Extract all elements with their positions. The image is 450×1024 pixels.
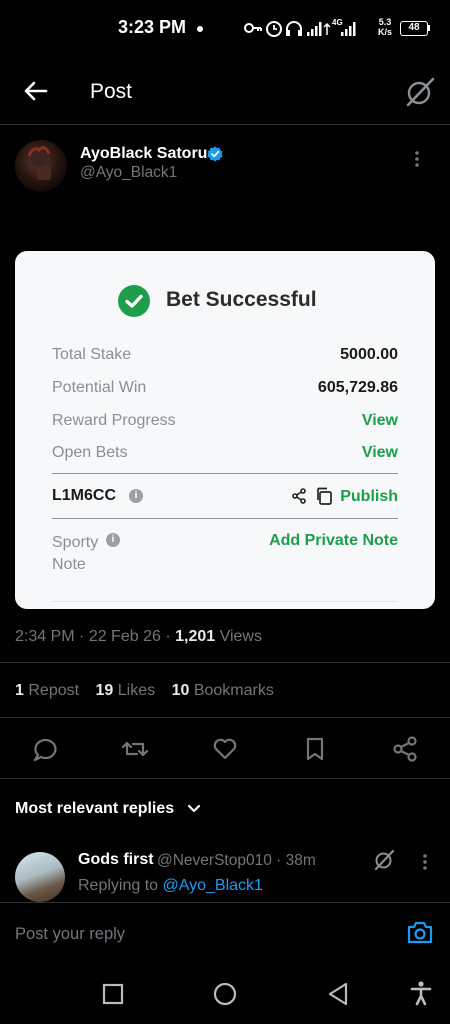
bookmark-icon xyxy=(306,737,324,761)
author-handle[interactable]: @Ayo_Black1 xyxy=(80,164,177,182)
booking-code: L1M6CC xyxy=(52,487,117,504)
verified-badge-icon xyxy=(207,146,223,162)
heart-icon xyxy=(213,738,237,760)
views-count: 1,201 xyxy=(175,628,216,645)
author-name[interactable]: AyoBlack Satoru xyxy=(80,145,207,163)
share-icon xyxy=(393,736,417,762)
status-icons: 4G xyxy=(243,16,373,40)
bookmarks-stat[interactable]: 10 Bookmarks xyxy=(172,682,274,700)
sporty-note-label: Sporty Note xyxy=(52,534,99,573)
replying-to-handle[interactable]: @Ayo_Black1 xyxy=(163,877,263,894)
reply-input[interactable]: Post your reply xyxy=(15,925,125,944)
info-icon: i xyxy=(106,533,120,547)
open-bets-label: Open Bets xyxy=(52,444,128,461)
meta-divider xyxy=(0,662,450,663)
page-title: Post xyxy=(90,80,133,103)
like-button[interactable] xyxy=(210,734,240,764)
replying-to: Replying to @Ayo_Black1 xyxy=(78,877,263,894)
network-speed: 5.3 K/s xyxy=(378,17,393,37)
status-time: 3:23 PM xyxy=(118,17,187,37)
total-stake-value: 5000.00 xyxy=(340,346,398,363)
reply-button[interactable] xyxy=(30,734,60,764)
bookmark-button[interactable] xyxy=(300,734,330,764)
card-divider xyxy=(52,473,398,474)
camera-icon xyxy=(407,921,433,944)
reply-avatar[interactable] xyxy=(15,852,65,902)
replies-sort-dropdown[interactable]: Most relevant replies xyxy=(15,800,201,818)
total-stake-label: Total Stake xyxy=(52,346,132,363)
reply-author-name[interactable]: Gods first xyxy=(78,851,154,869)
reply-more-button[interactable] xyxy=(422,853,428,871)
post-stats: 1 Repost 19 Likes 10 Bookmarks xyxy=(15,682,286,700)
reward-progress-label: Reward Progress xyxy=(52,412,176,429)
reposts-stat[interactable]: 1 Repost xyxy=(15,682,79,700)
square-icon xyxy=(102,983,124,1005)
card-divider xyxy=(52,601,398,602)
copy-icon xyxy=(315,487,333,505)
open-bets-view-link: View xyxy=(361,444,398,461)
reply-icon xyxy=(33,738,57,762)
grok-icon xyxy=(374,849,395,871)
svg-text:4G: 4G xyxy=(332,18,343,27)
home-button[interactable] xyxy=(212,981,238,1007)
back-nav-button[interactable] xyxy=(327,982,349,1006)
recents-button[interactable] xyxy=(102,983,124,1005)
info-icon: i xyxy=(129,489,143,503)
header-divider xyxy=(0,124,450,125)
repost-icon xyxy=(121,741,149,757)
stats-divider xyxy=(0,717,450,718)
bet-status-title: Bet Successful xyxy=(166,288,317,311)
more-options-button[interactable] xyxy=(414,150,420,168)
more-vertical-icon xyxy=(423,854,427,870)
arrow-left-icon xyxy=(24,81,48,101)
reply-grok-button[interactable] xyxy=(372,848,396,872)
grok-button[interactable] xyxy=(402,74,438,110)
share-button[interactable] xyxy=(390,734,420,764)
check-circle-icon xyxy=(118,285,150,317)
publish-link: Publish xyxy=(340,488,398,505)
reward-progress-view-link: View xyxy=(361,412,398,429)
author-avatar[interactable] xyxy=(15,140,67,192)
accessibility-icon xyxy=(410,981,432,1006)
post-meta: 2:34 PM · 22 Feb 26 · 1,201 Views xyxy=(15,628,262,645)
potential-win-label: Potential Win xyxy=(52,379,147,396)
potential-win-value: 605,729.86 xyxy=(317,379,398,396)
battery-indicator: 48 xyxy=(400,21,428,36)
card-divider xyxy=(52,518,398,519)
likes-stat[interactable]: 19 Likes xyxy=(96,682,156,700)
reply-meta: @NeverStop010 · 38m xyxy=(157,852,316,869)
add-private-note-link: Add Private Note xyxy=(269,532,398,549)
chevron-down-icon xyxy=(187,804,200,812)
grok-icon xyxy=(406,77,435,107)
triangle-back-icon xyxy=(328,982,348,1006)
share-icon xyxy=(291,488,307,504)
repost-button[interactable] xyxy=(120,734,150,764)
bet-slip-image[interactable]: Bet Successful Total Stake 5000.00 Poten… xyxy=(15,251,435,609)
accessibility-button[interactable] xyxy=(410,980,432,1006)
notification-dot xyxy=(197,26,203,32)
more-vertical-icon xyxy=(415,151,419,167)
battery-tip xyxy=(428,25,430,31)
camera-button[interactable] xyxy=(406,919,434,945)
circle-icon xyxy=(213,982,237,1006)
back-button[interactable] xyxy=(20,76,50,106)
actions-divider xyxy=(0,778,450,779)
